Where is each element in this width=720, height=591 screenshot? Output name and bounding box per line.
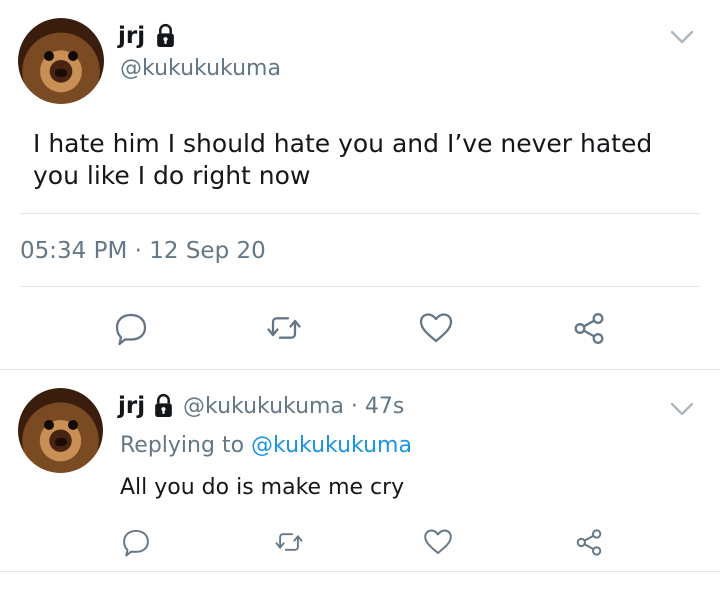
main-tweet-text-line-2: you like I do right now — [33, 161, 311, 190]
reply-tweet-text: All you do is make me cry — [120, 475, 405, 500]
main-tweet-timestamp[interactable]: 05:34 PM · 12 Sep 20 — [20, 236, 266, 266]
reply-icon — [115, 313, 147, 346]
retweet-icon — [267, 317, 301, 339]
heart-icon — [419, 313, 453, 343]
main-tweet-text-line-1: I hate him I should hate you and I’ve ne… — [33, 129, 653, 158]
avatar-dog-nose — [55, 68, 67, 77]
reply-tweet-display-name[interactable]: jrj — [118, 392, 145, 420]
tweet-thread: jrj @kukukukuma I hate him I should hate… — [0, 0, 720, 591]
lock-icon — [153, 23, 178, 48]
thread-divider — [0, 369, 720, 370]
retweet-button[interactable] — [262, 306, 306, 350]
bottom-divider — [0, 571, 720, 572]
retweet-icon — [275, 533, 303, 551]
main-tweet-actions — [0, 306, 720, 350]
main-tweet-avatar[interactable] — [18, 18, 104, 104]
share-icon — [574, 313, 604, 344]
replying-to-line: Replying to @kukukukuma — [120, 431, 412, 461]
chevron-down-icon[interactable] — [669, 27, 695, 47]
main-tweet-handle[interactable]: @kukukukuma — [120, 55, 281, 83]
reply-tweet-actions — [0, 520, 720, 564]
avatar-dog-nose — [54, 438, 67, 447]
replying-to-handle-link[interactable]: @kukukukuma — [251, 433, 412, 458]
chevron-down-icon[interactable] — [669, 399, 695, 419]
reply-button[interactable] — [114, 520, 158, 564]
heart-icon — [424, 529, 452, 555]
main-tweet-divider-top — [20, 213, 700, 214]
retweet-button[interactable] — [267, 520, 311, 564]
like-button[interactable] — [416, 520, 460, 564]
share-button[interactable] — [567, 306, 611, 350]
replying-to-prefix: Replying to — [120, 433, 245, 458]
reply-icon — [123, 529, 149, 557]
reply-tweet-avatar[interactable] — [18, 388, 103, 473]
like-button[interactable] — [414, 306, 458, 350]
reply-tweet-handle-and-time[interactable]: @kukukukuma · 47s — [183, 393, 404, 421]
main-tweet-display-name[interactable]: jrj — [118, 22, 145, 50]
lock-icon — [151, 393, 176, 418]
share-icon — [576, 529, 602, 556]
share-button[interactable] — [567, 520, 611, 564]
reply-button[interactable] — [109, 306, 153, 350]
main-tweet-divider-bottom — [20, 286, 700, 287]
